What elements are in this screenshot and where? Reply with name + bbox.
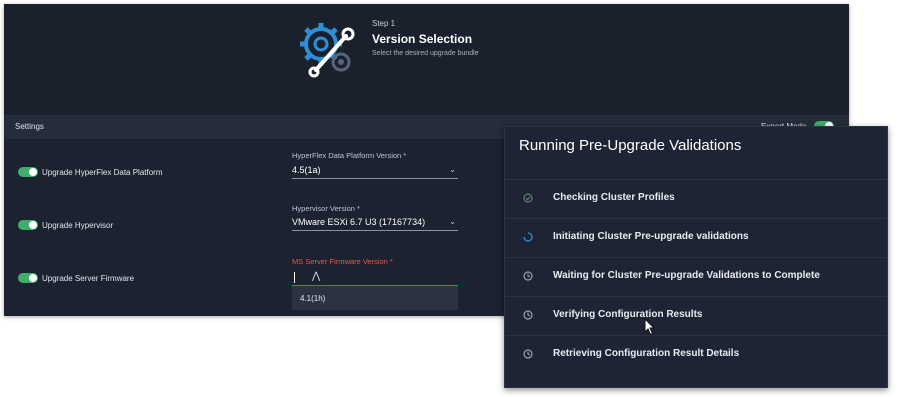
gear-wrench-icon: [300, 23, 355, 78]
spinner-icon: [523, 232, 533, 242]
validation-row: Retrieving Configuration Result Details: [505, 335, 887, 374]
validation-label: Initiating Cluster Pre-upgrade validatio…: [553, 231, 749, 242]
validation-label: Retrieving Configuration Result Details: [553, 348, 740, 359]
hx-version-select[interactable]: 4.5(1a) ⌄: [292, 164, 458, 179]
firmware-version-input[interactable]: ⋀: [292, 271, 458, 286]
wizard-header: Step 1 Version Selection Select the desi…: [4, 4, 849, 114]
check-circle-icon: [523, 193, 533, 203]
upgrade-hypervisor-label: Upgrade Hypervisor: [42, 221, 114, 230]
chevron-down-icon: ⌄: [449, 165, 456, 174]
hypervisor-version-select[interactable]: VMware ESXi 6.7 U3 (17167734) ⌄: [292, 216, 458, 231]
upgrade-firmware-toggle[interactable]: [18, 273, 38, 283]
hx-version-label: HyperFlex Data Platform Version *: [292, 151, 407, 160]
hypervisor-version-value: VMware ESXi 6.7 U3 (17167734): [292, 217, 426, 227]
validation-label: Waiting for Cluster Pre-upgrade Validati…: [553, 270, 820, 281]
firmware-version-label: MS Server Firmware Version *: [292, 257, 393, 266]
validations-title: Running Pre-Upgrade Validations: [519, 137, 742, 154]
settings-label: Settings: [15, 122, 44, 131]
validation-label: Verifying Configuration Results: [553, 309, 703, 320]
validation-label: Checking Cluster Profiles: [553, 192, 675, 203]
hx-version-value: 4.5(1a): [292, 165, 321, 175]
validation-row: Waiting for Cluster Pre-upgrade Validati…: [505, 257, 887, 296]
validations-panel: Running Pre-Upgrade Validations Checking…: [504, 126, 888, 388]
upgrade-firmware-label: Upgrade Server Firmware: [42, 274, 135, 283]
text-caret: [294, 272, 295, 283]
upgrade-hx-toggle[interactable]: [18, 167, 38, 177]
upgrade-hx-label: Upgrade HyperFlex Data Platform: [42, 168, 163, 177]
validation-row: Checking Cluster Profiles: [505, 179, 887, 218]
clock-icon: [523, 349, 533, 359]
validation-row: Initiating Cluster Pre-upgrade validatio…: [505, 218, 887, 257]
text-cursor-icon: ⋀: [312, 271, 321, 282]
upgrade-hypervisor-toggle[interactable]: [18, 220, 38, 230]
validation-row: Verifying Configuration Results: [505, 296, 887, 335]
page-subtitle: Select the desired upgrade bundle: [372, 50, 479, 57]
chevron-down-icon: ⌄: [449, 217, 456, 226]
clock-icon: [523, 271, 533, 281]
page-title: Version Selection: [372, 32, 473, 46]
hypervisor-version-label: Hypervisor Version *: [292, 204, 360, 213]
firmware-version-dropdown: 4.1(1h): [292, 286, 458, 310]
mouse-pointer-icon: [644, 318, 656, 336]
firmware-option[interactable]: 4.1(1h): [300, 294, 325, 303]
clock-icon: [523, 310, 533, 320]
step-label: Step 1: [372, 19, 396, 28]
